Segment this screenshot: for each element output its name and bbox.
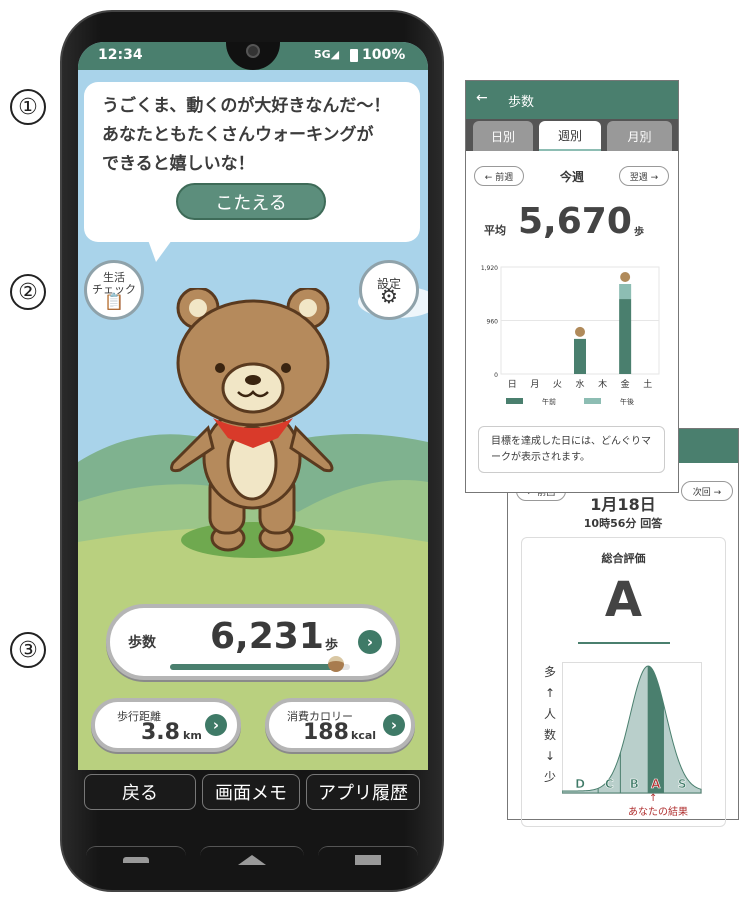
calories-card[interactable]: 消費カロリー 188 kcal ›	[265, 698, 415, 752]
your-result-label: あなたの結果	[628, 807, 688, 818]
overall-grade: A	[604, 572, 643, 628]
legend-swatch	[506, 398, 523, 404]
camera-icon	[246, 44, 260, 58]
grade-label-D: D	[575, 777, 585, 791]
result-date: 1月18日	[590, 495, 656, 514]
y-tick-label: 0	[494, 372, 498, 379]
screen-memo-button[interactable]: 画面メモ	[202, 774, 300, 810]
average-label: 平均	[484, 224, 506, 237]
home-icon	[238, 854, 266, 865]
app-history-button[interactable]: アプリ履歴	[306, 774, 420, 810]
legend-swatch	[584, 398, 601, 404]
marker-1: ①	[10, 89, 46, 125]
battery-icon	[350, 49, 358, 62]
acorn-mark	[620, 271, 631, 282]
back-arrow-icon[interactable]: ←	[476, 90, 488, 106]
calories-value: 188	[303, 720, 349, 745]
x-tick-label: 木	[598, 378, 607, 390]
mail-icon	[355, 854, 381, 865]
clock: 12:34	[98, 47, 143, 63]
distance-unit: km	[183, 729, 202, 742]
y-tick-label: 1,920	[481, 265, 498, 272]
acorn-icon	[328, 656, 344, 672]
distribution-y-axis: 多 ↑ 人数 ↓ 少	[540, 662, 560, 788]
weekly-bar-chart: 0 960 1,920 日 月 火 水 木 金 土午前 午後	[481, 265, 660, 406]
x-tick-label: 日	[508, 379, 517, 390]
network-indicator: 5G◢	[314, 48, 340, 61]
distance-card[interactable]: 歩行距離 3.8 km ›	[91, 698, 241, 752]
x-tick-label: 土	[643, 378, 652, 390]
bear-character	[170, 288, 334, 552]
gear-icon: ⚙	[380, 284, 398, 308]
steps-progress-fill	[170, 664, 338, 670]
y-axis-label: ↑	[544, 686, 556, 700]
legend-label: 午後	[620, 397, 634, 406]
average-unit: 歩	[634, 227, 644, 238]
grade-label-C: C	[605, 777, 614, 791]
calories-detail-button[interactable]: ›	[383, 714, 405, 736]
acorn-mark	[575, 326, 585, 337]
back-button[interactable]: 戻る	[84, 774, 196, 810]
acorn-note: 目標を達成した日には、どんぐりマークが表示されます。	[478, 426, 665, 473]
prev-week-button[interactable]: ← 前週	[474, 166, 524, 186]
battery-level: 100%	[362, 47, 406, 63]
weekly-header: ← 歩数	[466, 81, 678, 119]
y-axis-label: 少	[543, 770, 556, 784]
grade-label-B: B	[630, 777, 639, 791]
highlight-band	[648, 666, 664, 793]
grade-distribution-chart: D C BA S	[562, 662, 702, 794]
y-axis-label: 数	[543, 728, 556, 742]
bubble-tail	[148, 240, 172, 262]
call-key[interactable]	[86, 846, 186, 872]
y-axis-label: 多	[543, 665, 556, 679]
settings-button[interactable]: 設定 ⚙	[359, 260, 419, 320]
overall-label: 総合評価	[601, 552, 646, 565]
calories-unit: kcal	[351, 729, 377, 742]
overall-card: 総合評価 A 多 ↑ 人数 ↓ 少 DCBAS ↑ あなたの結果	[521, 537, 726, 827]
y-tick-label: 960	[487, 319, 499, 326]
distribution-curve	[562, 665, 702, 794]
average-value: 5,670	[518, 201, 632, 242]
x-tick-label: 金	[621, 378, 630, 390]
bubble-message: うごくま、動くのが大好きなんだ～！ あなたともたくさんウォーキングが できると嬉…	[102, 96, 391, 174]
distance-detail-button[interactable]: ›	[205, 714, 227, 736]
tab-monthly[interactable]: 月別	[607, 121, 672, 151]
steps-card[interactable]: 歩数 6,231 歩 ›	[106, 604, 400, 680]
legend-label: 午前	[542, 397, 556, 406]
bar-午前	[574, 338, 586, 374]
current-week-label: 今週	[559, 170, 584, 184]
result-time: 10時56分 回答	[583, 517, 663, 530]
phone-icon	[123, 856, 149, 863]
grade-underline	[578, 642, 670, 644]
bar-午前	[619, 299, 632, 374]
home-key[interactable]	[200, 846, 304, 872]
mail-key[interactable]	[318, 846, 418, 872]
answer-button[interactable]: こたえる	[176, 183, 326, 220]
x-tick-label: 火	[553, 379, 562, 390]
y-axis-label: 人	[543, 707, 556, 721]
next-week-button[interactable]: 翌週 →	[619, 166, 669, 186]
app-screen: 12:34 5G◢ 100% うごくま、動くのが大好きなんだ～！ あなたともたく…	[78, 42, 428, 770]
life-check-button[interactable]: 生活 チェック 📋	[84, 260, 144, 320]
grade-label-S: S	[678, 777, 687, 791]
weekly-steps-panel: ← 歩数 日別 週別 月別 ← 前週 今週 翌週 → 平均 5,670 歩 0 9…	[465, 80, 679, 493]
bar-午後	[619, 283, 632, 300]
marker-2: ②	[10, 274, 46, 310]
tab-weekly[interactable]: 週別	[539, 121, 601, 151]
x-tick-label: 月	[530, 379, 539, 390]
x-tick-label: 水	[575, 378, 584, 390]
weekly-title: 歩数	[508, 95, 535, 110]
marker-3: ③	[10, 632, 46, 668]
tab-daily[interactable]: 日別	[473, 121, 533, 151]
steps-progress-track	[170, 664, 350, 670]
steps-label: 歩数	[128, 635, 156, 651]
grade-label-A: A	[651, 777, 661, 791]
y-axis-label: ↓	[544, 749, 556, 763]
steps-detail-button[interactable]: ›	[358, 630, 382, 654]
steps-value: 6,231	[210, 616, 324, 657]
steps-unit: 歩	[325, 638, 339, 653]
clipboard-icon: 📋	[104, 292, 124, 311]
speech-bubble: うごくま、動くのが大好きなんだ～！ あなたともたくさんウォーキングが できると嬉…	[84, 82, 420, 242]
distance-value: 3.8	[141, 720, 180, 745]
